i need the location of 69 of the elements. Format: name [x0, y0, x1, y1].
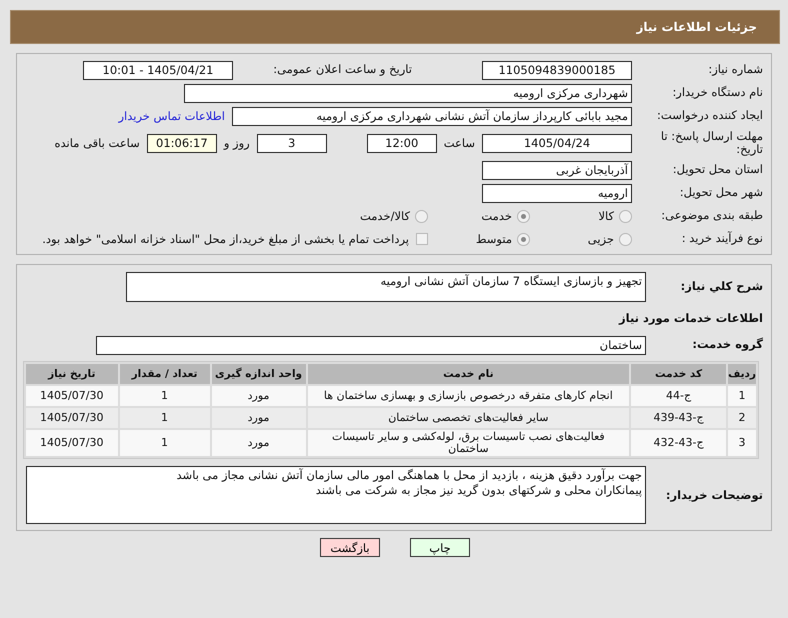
- column-header: تعداد / مقدار: [120, 364, 210, 384]
- column-header: نام خدمت: [308, 364, 630, 384]
- table-cell: انجام کارهای متفرقه درخصوص بازسازی و بهسازی ساختمان ها: [308, 386, 630, 406]
- table-cell: 1405/07/30: [26, 408, 118, 428]
- remaining-time-field[interactable]: 01:06:17: [146, 134, 217, 152]
- province-field[interactable]: آذربایجان غربی: [482, 160, 632, 180]
- field-label: تاریخ و ساعت اعلان عمومی:: [272, 63, 412, 77]
- time-label: ساعت: [444, 136, 475, 150]
- table-cell: 1: [120, 386, 210, 406]
- field-label: مهلت ارسال پاسخ: تا تاریخ:: [660, 130, 763, 156]
- print-button[interactable]: چاپ: [410, 538, 470, 558]
- deadline-time-field[interactable]: 12:00: [366, 134, 437, 152]
- field-label: طبقه بندی موضوعی:: [660, 209, 763, 223]
- announce-date-field[interactable]: 1405/04/21 - 10:01: [83, 60, 233, 80]
- table-cell: سایر فعالیت‌های تخصصی ساختمان: [308, 408, 630, 428]
- column-header: واحد اندازه گیری: [212, 364, 306, 384]
- field-label: شرح کلي نياز:: [680, 280, 763, 294]
- column-header: ردیف: [728, 364, 756, 384]
- table-cell: 1: [728, 386, 756, 406]
- buyer-field[interactable]: شهرداری مرکزی ارومیه: [184, 84, 632, 102]
- description-textarea[interactable]: تجهیز و بازسازی ایستگاه 7 سازمان آتش نشانی ارومیه: [126, 272, 646, 302]
- checkbox[interactable]: [416, 233, 428, 245]
- page-header: جزئیات اطلاعات نیاز: [10, 10, 780, 44]
- radio-button[interactable]: [619, 210, 632, 222]
- days-label: روز و: [224, 136, 250, 150]
- column-header: تاریخ نیاز: [26, 364, 118, 384]
- table-cell: مورد: [212, 386, 306, 406]
- field-label: ایجاد کننده درخواست:: [656, 109, 763, 123]
- field-label: اطلاعات خدمات مورد نیاز: [618, 312, 763, 326]
- table-cell: مورد: [212, 430, 306, 456]
- radio-button[interactable]: [415, 210, 428, 222]
- creator-field[interactable]: مجید بابائی کارپرداز سازمان آتش نشانی شهرداری مرکزی ارومیه: [232, 106, 632, 126]
- remaining-label: ساعت باقی مانده: [54, 136, 140, 150]
- field-label: توضیحات خریدار:: [664, 488, 763, 502]
- contact-link[interactable]: اطلاعات تماس خریدار: [118, 109, 225, 123]
- service-group-field[interactable]: ساختمان: [96, 336, 646, 354]
- city-field[interactable]: ارومیه: [482, 184, 632, 202]
- table-cell: فعالیت‌های نصب تاسیسات برق، لوله‌کشی و سایر تاسیسات ساختمان: [308, 430, 630, 456]
- radio-label: خدمت: [481, 209, 512, 223]
- radio-button[interactable]: [517, 210, 530, 222]
- radio-button[interactable]: [517, 232, 530, 246]
- field-label: شماره نیاز:: [707, 63, 763, 77]
- radio-label: کالا/خدمت: [360, 209, 410, 223]
- table-cell: 1405/07/30: [26, 430, 118, 456]
- table-cell: 1: [120, 408, 210, 428]
- table-cell: مورد: [212, 408, 306, 428]
- table-cell: 1: [120, 430, 210, 456]
- need-number-field[interactable]: 1105094839000185: [482, 60, 632, 80]
- table-cell: ج-43-439: [631, 408, 726, 428]
- radio-label: جزیی: [588, 232, 614, 246]
- payment-note: پرداخت تمام یا بخشی از مبلغ خرید،از محل "اسناد خزانه اسلامی" خواهد بود.: [42, 232, 409, 246]
- back-button[interactable]: بازگشت: [320, 538, 380, 558]
- column-header: کد خدمت: [631, 364, 726, 384]
- radio-label: کالا: [598, 209, 614, 223]
- table-cell: ج-44: [631, 386, 726, 406]
- buyer-notes-textarea[interactable]: جهت برآورد دقیق هزینه ، بازدید از محل با هماهنگی امور مالی سازمان آتش نشانی مجاز می باشد پیمانکاران محلی و شرکتهای بدون گرید نیز مجاز به شرکت می باشند: [26, 466, 646, 524]
- table-cell: ج-43-432: [631, 430, 726, 456]
- deadline-date-field[interactable]: 1405/04/24: [482, 134, 632, 152]
- table-cell: 3: [728, 430, 756, 456]
- field-label: گروه خدمت:: [691, 338, 763, 352]
- radio-button[interactable]: [619, 232, 632, 246]
- field-label: استان محل تحویل:: [672, 163, 763, 177]
- table-cell: 1405/07/30: [26, 386, 118, 406]
- field-label: شهر محل تحویل:: [678, 186, 763, 200]
- days-field[interactable]: 3: [256, 134, 327, 152]
- table-cell: 2: [728, 408, 756, 428]
- field-label: نام دستگاه خریدار:: [671, 86, 763, 100]
- radio-label: متوسط: [476, 232, 512, 246]
- field-label: نوع فرآیند خرید :: [680, 232, 763, 246]
